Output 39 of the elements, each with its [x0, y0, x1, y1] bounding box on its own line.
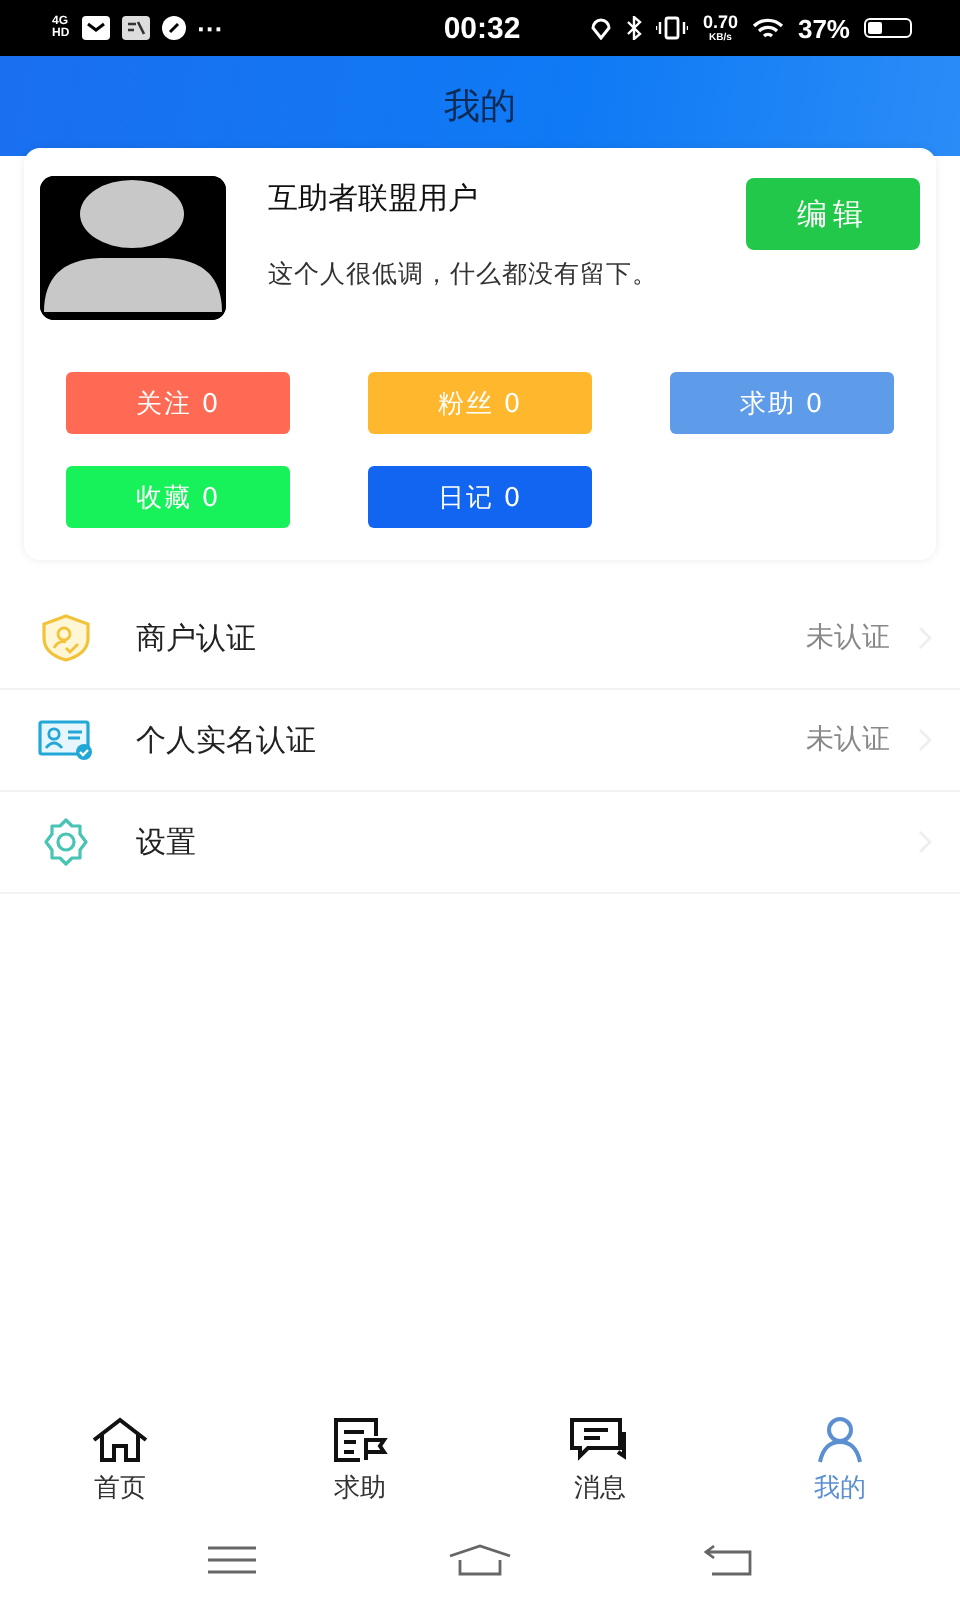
chat-icon: [568, 1415, 632, 1463]
battery-icon: [864, 18, 912, 38]
location-icon: [590, 16, 613, 40]
more-label: ···: [197, 13, 224, 43]
mail-icon: [81, 16, 110, 40]
menu-label: 个人实名认证: [136, 721, 318, 759]
form-icon: [330, 1415, 390, 1463]
nav-tab[interactable]: 消息: [480, 1415, 720, 1505]
user-bio: 这个人很低调，什么都没有留下。: [268, 258, 658, 292]
menu-icon[interactable]: [208, 1546, 256, 1574]
menu-label: 商户认证: [136, 619, 258, 657]
home-icon: [90, 1415, 150, 1463]
shield-icon: [40, 614, 92, 662]
person-icon: [814, 1415, 866, 1463]
vibrate-icon: [656, 16, 689, 40]
page-title: 我的: [444, 84, 516, 130]
nav-tab[interactable]: 首页: [0, 1415, 240, 1505]
stat-button[interactable]: 关注 0: [66, 372, 290, 434]
app-icon: [121, 16, 150, 40]
status-label: 未认证: [806, 620, 890, 656]
home-icon[interactable]: [448, 1544, 512, 1576]
menu-row[interactable]: 设置: [0, 792, 960, 894]
stat-button[interactable]: 日记 0: [368, 466, 592, 528]
battery-percent: 37%: [797, 13, 850, 43]
id-card-icon: [38, 718, 94, 762]
status-label: 未认证: [806, 722, 890, 758]
settings-icon: [40, 816, 92, 868]
stat-button[interactable]: 求助 0: [670, 372, 894, 434]
bluetooth-icon: [626, 16, 643, 40]
nav-tab[interactable]: 我的: [720, 1415, 960, 1505]
menu-label: 设置: [136, 823, 198, 861]
wifi-icon: [751, 17, 784, 39]
menu-row[interactable]: 商户认证 未认证: [0, 588, 960, 690]
clock: 00:32: [443, 11, 521, 45]
nav-tab[interactable]: 求助: [240, 1415, 480, 1505]
user-name: 互助者联盟用户: [268, 180, 478, 218]
network-speed: 0.70: [702, 13, 738, 31]
back-icon[interactable]: [704, 1544, 752, 1576]
menu-row[interactable]: 个人实名认证 未认证: [0, 690, 960, 792]
